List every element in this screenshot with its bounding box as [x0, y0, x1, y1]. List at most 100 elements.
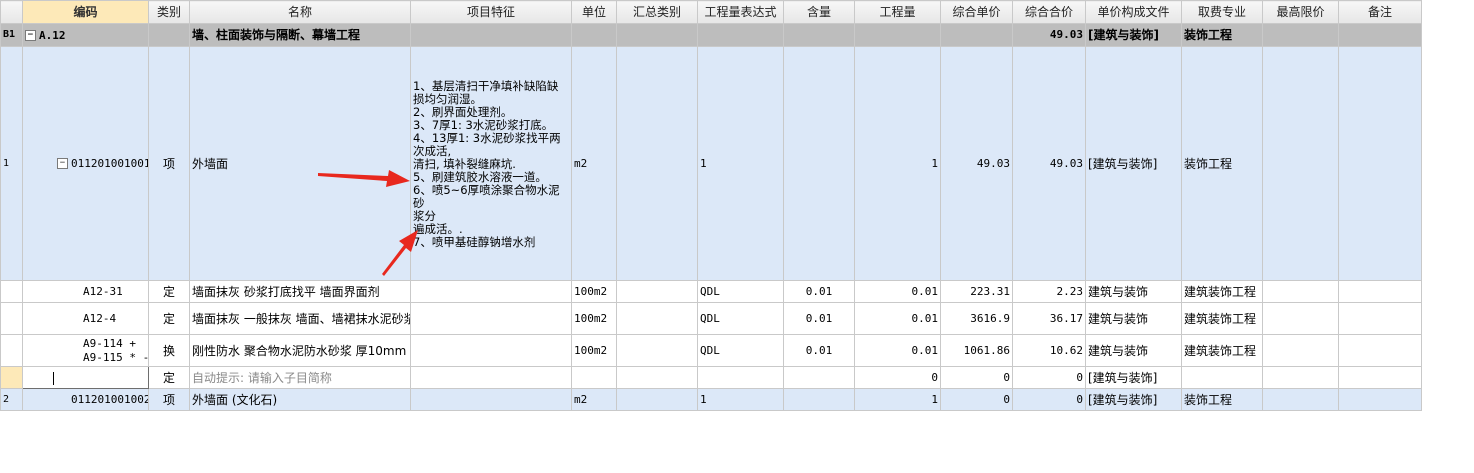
fee-cell[interactable] — [1181, 366, 1263, 389]
item-total-price[interactable]: 49.03 — [1012, 46, 1086, 281]
sub-quantity[interactable]: 0.01 — [854, 280, 941, 303]
sub-unit[interactable]: 100m2 — [571, 334, 617, 367]
sub-expression[interactable]: QDL — [697, 280, 784, 303]
col-header-summary-type[interactable]: 汇总类别 — [616, 0, 698, 24]
new-total-price[interactable]: 0 — [1012, 366, 1086, 389]
max-price-cell[interactable] — [1262, 366, 1339, 389]
unit-cell[interactable] — [571, 23, 617, 47]
row-number[interactable]: 2 — [0, 388, 23, 411]
sub-expression[interactable]: QDL — [697, 302, 784, 335]
max-price-cell[interactable] — [1262, 23, 1339, 47]
summary-type-cell[interactable] — [616, 388, 698, 411]
sub-price-file[interactable]: 建筑与装饰 — [1085, 334, 1182, 367]
row-number[interactable] — [0, 280, 23, 303]
features-cell[interactable] — [410, 334, 572, 367]
quantity-cell[interactable] — [854, 23, 941, 47]
autocomplete-hint[interactable]: 自动提示: 请输入子目简称 — [189, 366, 411, 389]
item-type[interactable]: 项 — [148, 46, 190, 281]
section-name[interactable]: 墙、柱面装饰与隔断、幕墙工程 — [189, 23, 411, 47]
new-entry-row[interactable]: 定 自动提示: 请输入子目简称 0 0 0 [建筑与装饰] — [0, 366, 1422, 389]
sub-fee[interactable]: 建筑装饰工程 — [1181, 302, 1263, 335]
content-cell[interactable] — [783, 46, 855, 281]
unit-price-cell[interactable] — [940, 23, 1013, 47]
sub-code[interactable]: A9-114 + A9-115 * -1 — [22, 334, 149, 367]
col-header-max-price[interactable]: 最高限价 — [1262, 0, 1339, 24]
sub-quantity[interactable]: 0.01 — [854, 302, 941, 335]
item-price-file[interactable]: [建筑与装饰] — [1085, 388, 1182, 411]
content-cell[interactable] — [783, 388, 855, 411]
item-unit[interactable]: m2 — [571, 46, 617, 281]
item-total-price[interactable]: 0 — [1012, 388, 1086, 411]
remarks-cell[interactable] — [1338, 388, 1422, 411]
sub-name[interactable]: 墙面抹灰 一般抹灰 墙面、墙裙抹水泥砂浆 外墙 14+6mm — [189, 302, 411, 335]
sub-type[interactable]: 定 — [148, 280, 190, 303]
item-unit[interactable]: m2 — [571, 388, 617, 411]
col-header-fee-specialty[interactable]: 取费专业 — [1181, 0, 1263, 24]
sub-type[interactable]: 定 — [148, 302, 190, 335]
item-quantity[interactable]: 1 — [854, 388, 941, 411]
collapse-toggle-icon[interactable]: − — [57, 158, 68, 169]
summary-type-cell[interactable] — [616, 23, 698, 47]
col-header-code[interactable]: 编码 — [22, 0, 149, 24]
col-header-content[interactable]: 含量 — [783, 0, 855, 24]
item-expression[interactable]: 1 — [697, 388, 784, 411]
item-unit-price[interactable]: 49.03 — [940, 46, 1013, 281]
remarks-cell[interactable] — [1338, 23, 1422, 47]
item-type[interactable]: 项 — [148, 388, 190, 411]
item-row-1[interactable]: 1 −011201001001 项 外墙面 1、基层清扫干净填补缺陷缺 损均匀润… — [0, 46, 1422, 281]
max-price-cell[interactable] — [1262, 388, 1339, 411]
col-header-unit-price[interactable]: 综合单价 — [940, 0, 1013, 24]
sub-unit[interactable]: 100m2 — [571, 280, 617, 303]
summary-type-cell[interactable] — [616, 302, 698, 335]
col-header-total-price[interactable]: 综合合价 — [1012, 0, 1086, 24]
features-cell[interactable] — [410, 23, 572, 47]
features-cell[interactable] — [410, 302, 572, 335]
features-cell[interactable] — [410, 366, 572, 389]
row-number[interactable] — [0, 334, 23, 367]
col-header-price-file[interactable]: 单价构成文件 — [1085, 0, 1182, 24]
new-code-input[interactable] — [22, 366, 149, 389]
section-total[interactable]: 49.03 — [1012, 23, 1086, 47]
new-quantity[interactable]: 0 — [854, 366, 941, 389]
row-number[interactable]: 1 — [0, 46, 23, 281]
remarks-cell[interactable] — [1338, 46, 1422, 281]
item-fee[interactable]: 装饰工程 — [1181, 46, 1263, 281]
remarks-cell[interactable] — [1338, 366, 1422, 389]
section-row[interactable]: B1 − A.12 墙、柱面装饰与隔断、幕墙工程 49.03 [建筑与装饰] 装饰… — [0, 23, 1422, 47]
sub-quantity[interactable]: 0.01 — [854, 334, 941, 367]
sub-name[interactable]: 墙面抹灰 砂浆打底找平 墙面界面剂 — [189, 280, 411, 303]
max-price-cell[interactable] — [1262, 46, 1339, 281]
sub-name[interactable]: 刚性防水 聚合物水泥防水砂浆 厚10mm 实际厚度(mm):6 — [189, 334, 411, 367]
item-name[interactable]: 外墙面 — [189, 46, 411, 281]
col-header-features[interactable]: 项目特征 — [410, 0, 572, 24]
new-type[interactable]: 定 — [148, 366, 190, 389]
sub-row[interactable]: A12-31 定 墙面抹灰 砂浆打底找平 墙面界面剂 100m2 QDL 0.0… — [0, 280, 1422, 303]
remarks-cell[interactable] — [1338, 280, 1422, 303]
item-code-cell[interactable]: −011201001001 — [22, 46, 149, 281]
col-header-quantity[interactable]: 工程量 — [854, 0, 941, 24]
section-price-file[interactable]: [建筑与装饰] — [1085, 23, 1182, 47]
item-expression[interactable]: 1 — [697, 46, 784, 281]
collapse-toggle-icon[interactable]: − — [25, 29, 36, 41]
sub-total-price[interactable]: 10.62 — [1012, 334, 1086, 367]
corner-cell[interactable] — [0, 0, 23, 24]
sub-unit-price[interactable]: 3616.9 — [940, 302, 1013, 335]
row-number[interactable] — [0, 302, 23, 335]
item-unit-price[interactable]: 0 — [940, 388, 1013, 411]
sub-expression[interactable]: QDL — [697, 334, 784, 367]
sub-code[interactable]: A12-4 — [22, 302, 149, 335]
new-unit-price[interactable]: 0 — [940, 366, 1013, 389]
item-row-2[interactable]: 2 011201001002 项 外墙面 (文化石) m2 1 1 0 0 [建… — [0, 388, 1422, 411]
sub-type[interactable]: 换 — [148, 334, 190, 367]
summary-type-cell[interactable] — [616, 46, 698, 281]
sub-row[interactable]: A12-4 定 墙面抹灰 一般抹灰 墙面、墙裙抹水泥砂浆 外墙 14+6mm 1… — [0, 302, 1422, 335]
item-quantity[interactable]: 1 — [854, 46, 941, 281]
summary-type-cell[interactable] — [616, 334, 698, 367]
item-name[interactable]: 外墙面 (文化石) — [189, 388, 411, 411]
type-cell[interactable] — [148, 23, 190, 47]
item-features-cell[interactable]: 1、基层清扫干净填补缺陷缺 损均匀润湿。 2、刷界面处理剂。 3、7厚1: 3水… — [410, 46, 572, 281]
section-code-cell[interactable]: − A.12 — [22, 23, 149, 47]
item-code[interactable]: 011201001002 — [22, 388, 149, 411]
sub-price-file[interactable]: 建筑与装饰 — [1085, 302, 1182, 335]
col-header-type[interactable]: 类别 — [148, 0, 190, 24]
